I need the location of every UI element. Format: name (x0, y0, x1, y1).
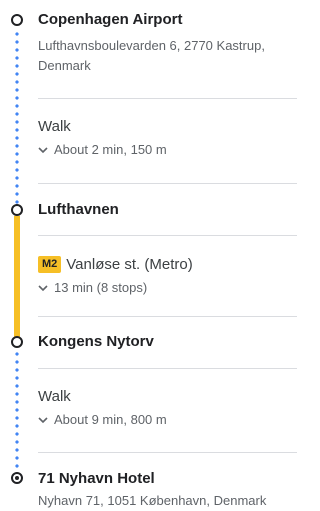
metro-line-row: M2 Vanløse st. (Metro) (38, 256, 193, 273)
walk-mode-label: Walk (38, 388, 71, 405)
chevron-down-icon (38, 416, 48, 423)
walk-route-line-2 (15, 350, 19, 470)
origin-name[interactable]: Copenhagen Airport (38, 11, 182, 28)
destination-stop-icon (11, 472, 23, 484)
origin-address-line1: Lufthavnsboulevarden 6, 2770 Kastrup, (38, 38, 265, 53)
divider (38, 452, 297, 453)
divider (38, 316, 297, 317)
metro-line-badge: M2 (38, 256, 62, 273)
transit-stop-icon (11, 204, 23, 216)
walk-mode-label: Walk (38, 118, 71, 135)
chevron-down-icon (38, 146, 48, 153)
stop-name-lufthavnen[interactable]: Lufthavnen (38, 201, 119, 218)
walk-details-toggle[interactable]: About 9 min, 800 m (38, 412, 167, 427)
walk-route-line-1 (15, 30, 19, 204)
walk-detail-text: About 9 min, 800 m (54, 412, 167, 427)
metro-line-name: Vanløse st. (Metro) (66, 256, 193, 273)
origin-stop-icon (11, 14, 23, 26)
metro-details-toggle[interactable]: 13 min (8 stops) (38, 280, 147, 295)
chevron-down-icon (38, 284, 48, 291)
metro-detail-text: 13 min (8 stops) (54, 280, 148, 295)
walk-detail-text: About 2 min, 150 m (54, 142, 167, 157)
walk-details-toggle[interactable]: About 2 min, 150 m (38, 142, 167, 157)
origin-address-line2: Denmark (38, 58, 91, 73)
divider (38, 235, 297, 236)
destination-address: Nyhavn 71, 1051 København, Denmark (38, 493, 267, 508)
transit-stop-icon (11, 336, 23, 348)
divider (38, 368, 297, 369)
destination-name[interactable]: 71 Nyhavn Hotel (38, 470, 155, 487)
divider (38, 183, 297, 184)
metro-route-line (14, 216, 20, 338)
stop-name-kongens-nytorv[interactable]: Kongens Nytorv (38, 333, 154, 350)
divider (38, 98, 297, 99)
